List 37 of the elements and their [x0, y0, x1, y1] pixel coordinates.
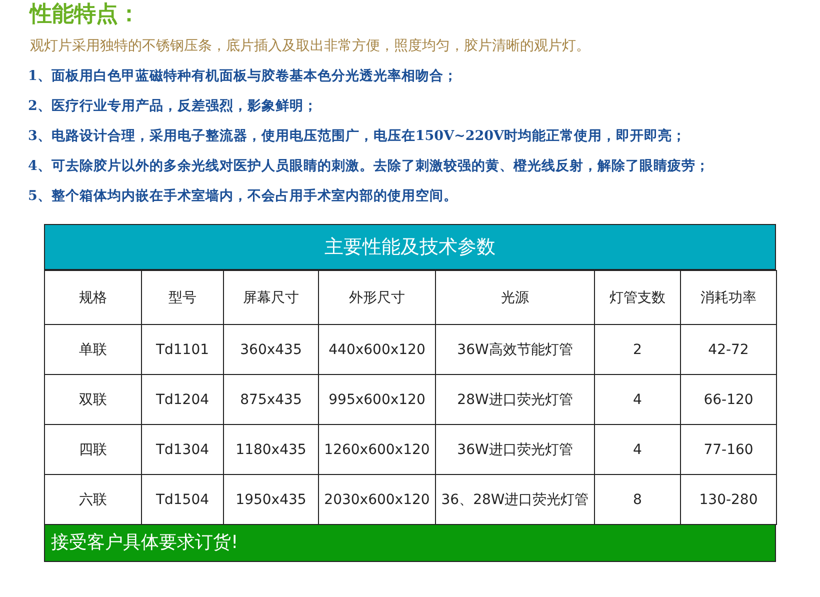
section-heading: 性能特点：	[28, 1, 140, 28]
table-cell: Td1204	[142, 374, 224, 424]
table-cell: 360x435	[224, 324, 318, 374]
table-cell: 28W进口荧光灯管	[436, 374, 594, 424]
table-cell: Td1101	[142, 324, 224, 374]
column-header: 规格	[44, 270, 142, 324]
table-cell: 双联	[44, 374, 142, 424]
table-cell: 4	[594, 424, 680, 474]
table-cell: 995x600x120	[318, 374, 436, 424]
table-cell: 2	[594, 324, 680, 374]
column-header: 消耗功率	[680, 270, 776, 324]
table-cell: 77-160	[680, 424, 776, 474]
feature-item: 5、整个箱体均内嵌在手术室墙内，不会占用手术室内部的使用空间。	[28, 187, 458, 206]
table-cell: 36W高效节能灯管	[436, 324, 594, 374]
intro-text: 观灯片采用独特的不锈钢压条，底片插入及取出非常方便，照度均匀，胶片清晰的观片灯。	[30, 37, 590, 56]
table-cell: Td1304	[142, 424, 224, 474]
table-title: 主要性能及技术参数	[44, 224, 776, 270]
table-cell: 36W进口荧光灯管	[436, 424, 594, 474]
feature-item: 4、可去除胶片以外的多余光线对医护人员眼睛的刺激。去除了刺激较强的黄、橙光线反射，解除了眼睛疲劳；	[28, 157, 710, 176]
order-note: 接受客户具体要求订货!	[44, 525, 776, 562]
table-cell: 单联	[44, 324, 142, 374]
table-cell: 4	[594, 374, 680, 424]
feature-item: 1、面板用白色甲蓝磁特种有机面板与胶卷基本色分光透光率相吻合；	[28, 67, 458, 86]
table-cell: 四联	[44, 424, 142, 474]
column-header: 屏幕尺寸	[224, 270, 318, 324]
column-header: 灯管支数	[594, 270, 680, 324]
column-header: 型号	[142, 270, 224, 324]
feature-item: 2、医疗行业专用产品，反差强烈，影象鲜明；	[28, 97, 318, 116]
column-header: 光源	[436, 270, 594, 324]
table-cell: 440x600x120	[318, 324, 436, 374]
table-cell: 66-120	[680, 374, 776, 424]
table-cell: 1180x435	[224, 424, 318, 474]
column-header: 外形尺寸	[318, 270, 436, 324]
table-cell: 1260x600x120	[318, 424, 436, 474]
table-cell: 42-72	[680, 324, 776, 374]
table-cell: 875x435	[224, 374, 318, 424]
feature-item: 3、电路设计合理，采用电子整流器，使用电压范围广，电压在150V~220V时均能正常使用，即开即亮；	[28, 127, 686, 146]
